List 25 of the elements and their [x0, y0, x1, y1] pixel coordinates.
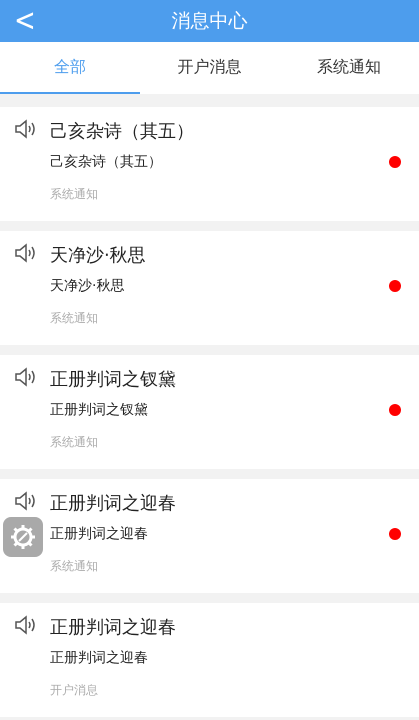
message-summary: 己亥杂诗（其五）	[50, 153, 163, 171]
message-category: 系统通知	[50, 310, 99, 326]
settings-button[interactable]	[3, 517, 43, 557]
message-category: 系统通知	[50, 186, 99, 202]
page-title: 消息中心	[172, 9, 248, 34]
message-category: 开户消息	[50, 682, 99, 698]
message-summary: 天净沙·秋思	[50, 277, 126, 295]
message-title: 天净沙·秋思	[50, 244, 147, 267]
message-summary: 正册判词之迎春	[50, 525, 149, 543]
message-card[interactable]: 天净沙·秋思 天净沙·秋思 系统通知	[0, 231, 419, 345]
gear-icon	[9, 523, 37, 551]
message-category: 系统通知	[50, 558, 99, 574]
message-card[interactable]: 正册判词之钗黛 正册判词之钗黛 系统通知	[0, 355, 419, 469]
message-category: 系统通知	[50, 434, 99, 450]
tab[interactable]: 开户消息	[140, 42, 280, 94]
message-title: 正册判词之钗黛	[50, 368, 177, 391]
message-card[interactable]: 正册判词之迎春 正册判词之迎春 开户消息	[0, 603, 419, 717]
message-title: 正册判词之迎春	[50, 616, 177, 639]
message-title: 己亥杂诗（其五）	[50, 120, 195, 143]
message-card[interactable]: 正册判词之迎春 正册判词之迎春 系统通知	[0, 479, 419, 593]
message-summary: 正册判词之钗黛	[50, 401, 149, 419]
message-card[interactable]: 己亥杂诗（其五） 己亥杂诗（其五） 系统通知	[0, 107, 419, 221]
message-title: 正册判词之迎春	[50, 492, 177, 515]
tab[interactable]: 系统通知	[279, 42, 419, 94]
message-summary: 正册判词之迎春	[50, 649, 149, 667]
